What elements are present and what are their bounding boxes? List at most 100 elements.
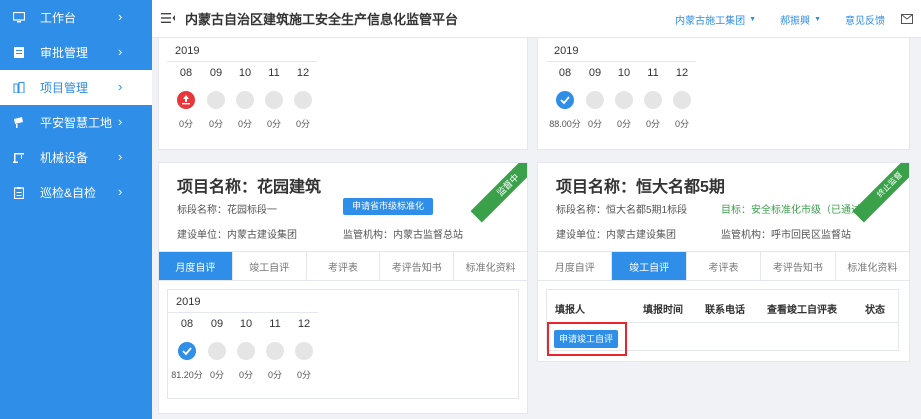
status-dot[interactable] bbox=[208, 342, 226, 360]
tab-standard-docs[interactable]: 标准化资料 bbox=[836, 252, 909, 280]
score-label: 0分 bbox=[295, 119, 310, 129]
user-dropdown[interactable]: 郝振興 ▼ bbox=[780, 12, 821, 27]
card-top-left: 2019 08 09 10 11 12 0分 0分 0分 0分 0分 bbox=[158, 38, 528, 150]
sidebar: 工作台 › 审批管理 › 项目管理 › 平安智慧工地 › 机械设备 › 巡检&自… bbox=[0, 0, 152, 419]
timeline-month: 08 bbox=[179, 67, 193, 79]
sidebar-item-label: 审批管理 bbox=[40, 46, 89, 60]
column-header: 填报时间 bbox=[643, 305, 683, 316]
check-icon[interactable] bbox=[178, 342, 196, 360]
tab-monthly-self-eval[interactable]: 月度自评 bbox=[159, 252, 233, 280]
chevron-right-icon: › bbox=[118, 149, 123, 164]
mail-icon[interactable] bbox=[901, 14, 913, 24]
timeline-month: 12 bbox=[297, 318, 311, 330]
supervisor-org: 监管机构：呼市回民区监督站 bbox=[721, 230, 851, 241]
timeline-month: 12 bbox=[296, 67, 310, 79]
project-card-right: 终止监督 项目名称：恒大名都5期 标段名称：恒大名都5期1标段 目标：安全标准化… bbox=[537, 162, 910, 362]
sidebar-item-label: 平安智慧工地 bbox=[40, 116, 113, 130]
status-dot[interactable] bbox=[266, 342, 284, 360]
timeline-month: 08 bbox=[558, 67, 572, 79]
tab-eval-notice[interactable]: 考评告知书 bbox=[761, 252, 836, 280]
check-icon[interactable] bbox=[556, 91, 574, 109]
org-dropdown[interactable]: 内蒙古施工集团 ▼ bbox=[675, 12, 756, 27]
project-card-left: 监督中 项目名称：花园建筑 标段名称：花园标段一 申请省市级标准化 建设单位：内… bbox=[158, 162, 528, 414]
header-right: 内蒙古施工集团 ▼ 郝振興 ▼ 意见反馈 bbox=[651, 0, 913, 38]
caret-down-icon: ▼ bbox=[814, 15, 821, 23]
tab-completion-self-eval[interactable]: 竣工自评 bbox=[612, 252, 687, 280]
timeline-month: 11 bbox=[269, 318, 281, 330]
column-header: 联系电话 bbox=[705, 305, 745, 316]
tab-eval-notice[interactable]: 考评告知书 bbox=[380, 252, 455, 280]
score-label: 0分 bbox=[296, 370, 311, 380]
supervisor-org: 监管机构：内蒙古监督总站 bbox=[343, 230, 463, 241]
timeline-year: 2019 bbox=[554, 45, 579, 57]
status-dot[interactable] bbox=[237, 342, 255, 360]
project-title: 项目名称：花园建筑 bbox=[177, 179, 322, 196]
chevron-right-icon: › bbox=[118, 9, 123, 24]
score-label: 0分 bbox=[674, 119, 689, 129]
timeline-month: 08 bbox=[180, 318, 194, 330]
upload-alert-icon[interactable] bbox=[177, 91, 195, 109]
timeline-year: 2019 bbox=[175, 45, 200, 57]
tab-monthly-self-eval[interactable]: 月度自评 bbox=[538, 252, 613, 280]
document-icon bbox=[12, 46, 26, 60]
menu-toggle-icon[interactable] bbox=[161, 12, 175, 26]
apply-standard-button[interactable]: 申请省市级标准化 bbox=[343, 198, 433, 215]
status-dot[interactable] bbox=[673, 91, 691, 109]
sidebar-item-workbench[interactable]: 工作台 › bbox=[0, 0, 152, 35]
tab-completion-self-eval[interactable]: 竣工自评 bbox=[233, 252, 307, 280]
monitor-icon bbox=[12, 11, 26, 25]
chevron-right-icon: › bbox=[118, 184, 123, 199]
status-dot[interactable] bbox=[615, 91, 633, 109]
main-content: 2019 08 09 10 11 12 0分 0分 0分 0分 0分 2019 … bbox=[152, 38, 921, 419]
builder-unit: 建设单位：内蒙古建设集团 bbox=[177, 230, 297, 241]
org-label: 内蒙古施工集团 bbox=[675, 15, 746, 27]
sidebar-item-inspection[interactable]: 巡检&自检 › bbox=[0, 175, 152, 210]
timeline-month: 10 bbox=[239, 318, 253, 330]
status-dot[interactable] bbox=[586, 91, 604, 109]
timeline-month: 09 bbox=[209, 67, 223, 79]
sidebar-item-smart-site[interactable]: 平安智慧工地 › bbox=[0, 105, 152, 140]
sidebar-item-label: 项目管理 bbox=[40, 81, 89, 95]
goal-status: 目标：安全标准化市级（已通过） bbox=[721, 205, 871, 216]
apply-completion-eval-button[interactable]: 申请竣工自评 bbox=[554, 330, 618, 348]
status-dot[interactable] bbox=[294, 91, 312, 109]
timeline-month: 10 bbox=[238, 67, 252, 79]
camera-icon bbox=[12, 116, 26, 130]
sidebar-item-approval[interactable]: 审批管理 › bbox=[0, 35, 152, 70]
top-header: 内蒙古自治区建筑施工安全生产信息化监管平台 内蒙古施工集团 ▼ 郝振興 ▼ 意见反馈 bbox=[152, 0, 921, 38]
building-icon bbox=[12, 81, 26, 95]
timeline-divider bbox=[168, 312, 318, 313]
timeline: 2019 08 09 10 11 12 0分 0分 0分 0分 0分 bbox=[167, 39, 519, 139]
timeline-month: 11 bbox=[268, 67, 280, 79]
sidebar-item-project[interactable]: 项目管理 › bbox=[0, 70, 152, 105]
status-dot[interactable] bbox=[295, 342, 313, 360]
sidebar-item-label: 工作台 bbox=[40, 11, 77, 25]
status-ribbon: 监督中 bbox=[467, 163, 527, 223]
status-dot[interactable] bbox=[236, 91, 254, 109]
tab-eval-form[interactable]: 考评表 bbox=[687, 252, 762, 280]
project-tabs: 月度自评 竣工自评 考评表 考评告知书 标准化资料 bbox=[538, 251, 909, 281]
status-dot[interactable] bbox=[265, 91, 283, 109]
ribbon-label: 监督中 bbox=[470, 163, 527, 223]
timeline-month: 11 bbox=[647, 67, 659, 79]
chevron-right-icon: › bbox=[118, 44, 123, 59]
timeline-year: 2019 bbox=[176, 296, 201, 308]
sidebar-item-label: 机械设备 bbox=[40, 151, 89, 165]
chevron-right-icon: › bbox=[118, 79, 123, 94]
clipboard-icon bbox=[12, 186, 26, 200]
section-name: 标段名称：恒大名都5期1标段 bbox=[556, 205, 688, 216]
timeline-month: 09 bbox=[588, 67, 602, 79]
timeline-divider bbox=[546, 61, 696, 62]
status-dot[interactable] bbox=[207, 91, 225, 109]
card-top-right: 2019 08 09 10 11 12 88.00分 0分 0分 0分 0分 bbox=[537, 38, 910, 150]
timeline: 2019 08 09 10 11 12 88.00分 0分 0分 0分 0分 bbox=[546, 39, 898, 139]
sidebar-item-machinery[interactable]: 机械设备 › bbox=[0, 140, 152, 175]
column-header: 填报人 bbox=[555, 305, 585, 316]
tab-standard-docs[interactable]: 标准化资料 bbox=[454, 252, 527, 280]
tab-eval-form[interactable]: 考评表 bbox=[307, 252, 381, 280]
status-dot[interactable] bbox=[644, 91, 662, 109]
timeline-month: 10 bbox=[617, 67, 631, 79]
chevron-right-icon: › bbox=[118, 114, 123, 129]
crane-icon bbox=[12, 151, 26, 165]
feedback-link[interactable]: 意见反馈 bbox=[845, 12, 885, 27]
